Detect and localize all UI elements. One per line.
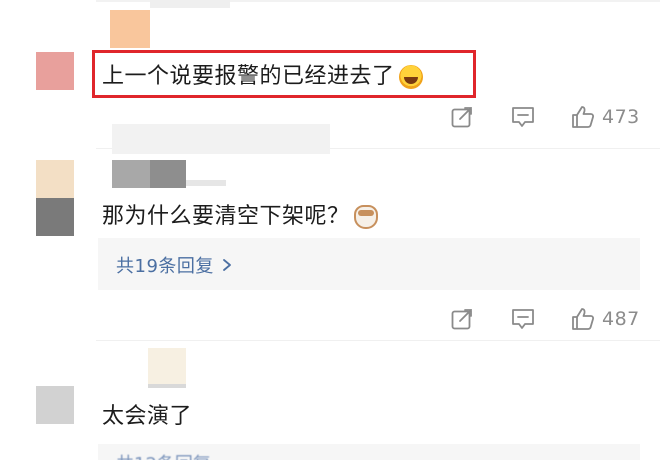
view-replies-link[interactable]: 共19条回复 — [116, 252, 232, 278]
username-mosaic — [150, 0, 230, 8]
cat-emoji-icon — [353, 205, 378, 229]
like-count: 473 — [602, 106, 640, 128]
username-mosaic — [110, 10, 150, 48]
avatar[interactable] — [36, 52, 74, 90]
like-count: 487 — [602, 308, 640, 330]
avatar[interactable] — [36, 160, 74, 198]
share-button[interactable] — [450, 102, 474, 132]
avatar[interactable] — [36, 386, 74, 424]
share-button[interactable] — [450, 304, 474, 334]
thumbs-up-icon — [572, 308, 595, 330]
comment-body: 那为什么要清空下架呢？ — [102, 204, 350, 229]
comment-body: 太会演了 — [102, 404, 193, 429]
like-button[interactable]: 487 — [570, 304, 640, 334]
username-mosaic — [112, 124, 330, 154]
chevron-right-icon — [223, 259, 231, 271]
share-icon — [451, 107, 472, 128]
reply-button[interactable] — [510, 304, 536, 334]
reply-button[interactable] — [510, 102, 536, 132]
username-mosaic — [148, 348, 186, 384]
highlight-box — [92, 50, 476, 98]
username-mosaic — [112, 160, 150, 188]
username-mosaic — [186, 180, 226, 186]
avatar[interactable] — [36, 198, 74, 236]
like-button[interactable]: 473 — [570, 102, 640, 132]
comment-actions: 487 — [440, 304, 660, 334]
comment-actions: 473 — [440, 102, 660, 132]
comment-icon — [512, 309, 534, 329]
comment-text: 太会演了 — [102, 398, 192, 430]
thumbs-up-icon — [572, 106, 595, 128]
comment-icon — [512, 107, 534, 127]
comment-text: 那为什么要清空下架呢？ — [102, 198, 378, 230]
replies-label[interactable]: 共12条回复 — [116, 450, 211, 460]
divider — [96, 340, 660, 341]
replies-bar[interactable]: 共19条回复 — [98, 238, 640, 290]
replies-label: 共19条回复 — [116, 256, 214, 277]
replies-bar[interactable]: 共12条回复 — [98, 444, 640, 460]
username-mosaic — [148, 384, 186, 388]
username-mosaic — [150, 160, 186, 188]
share-icon — [451, 309, 472, 330]
